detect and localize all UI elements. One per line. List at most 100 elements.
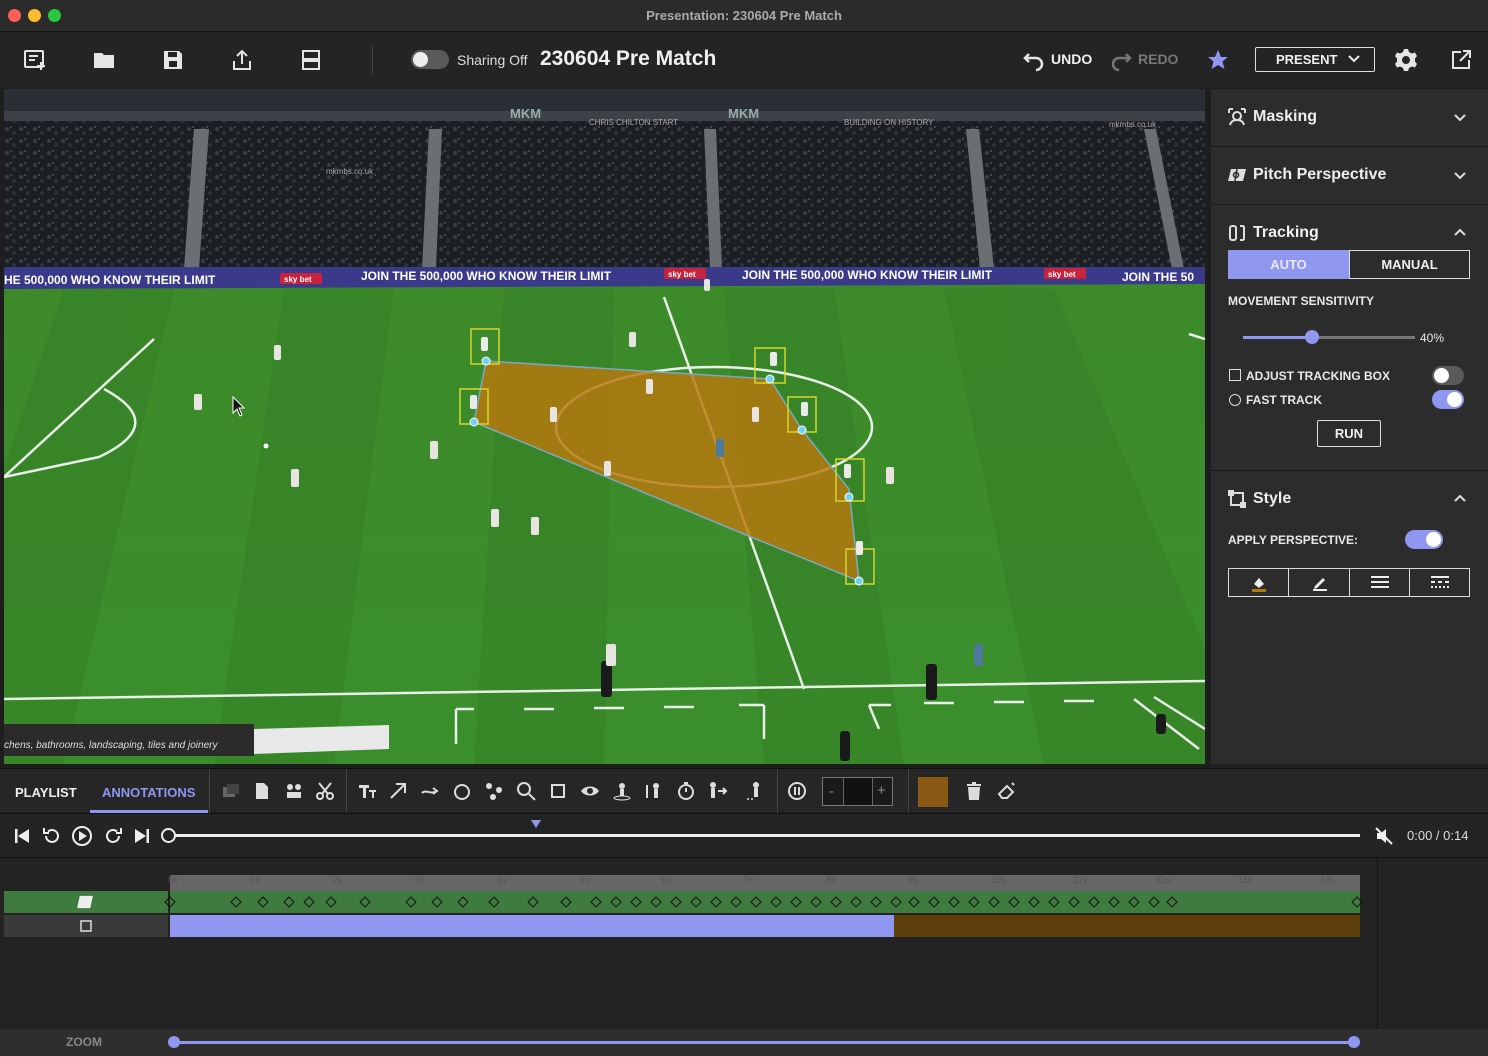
run-tracking-button[interactable]: RUN <box>1317 420 1381 447</box>
open-folder-icon[interactable] <box>92 48 116 72</box>
sharing-toggle[interactable] <box>411 50 449 69</box>
zoom-slider-end-thumb[interactable] <box>1348 1036 1360 1048</box>
favorite-star-icon[interactable] <box>1206 48 1230 72</box>
tab-annotations[interactable]: ANNOTATIONS <box>102 785 195 800</box>
magnifier-tool-icon[interactable] <box>516 781 536 801</box>
player-freeze-tool-icon[interactable] <box>744 781 764 801</box>
tracking-section-header[interactable]: Tracking <box>1211 205 1488 245</box>
track-pitch-perspective-bar[interactable] <box>170 891 1360 913</box>
redo-button[interactable]: REDO <box>1138 51 1178 67</box>
rewind-5s-icon[interactable] <box>42 826 62 846</box>
pitchside-banner-text: chens, bathrooms, landscaping, tiles and… <box>4 740 218 751</box>
toolbar-divider <box>777 769 778 813</box>
sensitivity-slider-thumb[interactable] <box>1304 330 1319 344</box>
stepper-minus[interactable]: - <box>829 783 834 800</box>
skip-to-end-icon[interactable] <box>133 827 151 845</box>
line-style-button[interactable] <box>1410 569 1469 596</box>
style-section-header[interactable]: Style <box>1211 471 1488 511</box>
copy-shapes-icon[interactable] <box>284 781 304 801</box>
player-height-tool-icon[interactable] <box>644 781 664 801</box>
undo-icon[interactable] <box>1021 50 1044 72</box>
new-presentation-icon[interactable] <box>23 48 47 72</box>
track-polygon-header[interactable] <box>4 915 168 937</box>
scissors-icon[interactable] <box>315 781 335 801</box>
scrub-bar[interactable] <box>168 834 1360 837</box>
ruler-tick-label: 5s <box>579 875 590 885</box>
ad-board-text: JOIN THE 500,000 WHO KNOW THEIR LIMIT <box>361 269 612 283</box>
player-link-tool-icon[interactable] <box>484 781 504 801</box>
present-button[interactable]: PRESENT <box>1255 47 1375 72</box>
document-icon[interactable] <box>252 781 272 801</box>
eye-tool-icon[interactable] <box>580 781 600 801</box>
undo-button[interactable]: UNDO <box>1051 51 1092 67</box>
toggle-knob <box>413 52 428 67</box>
stepper-value-field[interactable] <box>843 778 873 805</box>
zoom-bar: ZOOM <box>0 1029 1488 1056</box>
tracking-label: Tracking <box>1253 224 1319 241</box>
redo-icon[interactable] <box>1110 50 1132 72</box>
line-weight-button[interactable] <box>1350 569 1410 596</box>
stroke-style-button[interactable] <box>1289 569 1350 596</box>
share-export-icon[interactable] <box>230 48 254 72</box>
trash-icon[interactable] <box>964 781 984 801</box>
track-pitch-perspective-header[interactable] <box>4 891 168 913</box>
settings-gear-icon[interactable] <box>1394 48 1418 72</box>
ruler-tick-label: 8s <box>826 875 836 885</box>
player-move-tool-icon[interactable] <box>708 781 728 801</box>
video-frame: MKM MKM mkmbs.co.uk CHRIS CHILTON START … <box>4 89 1205 764</box>
properties-panel: Masking Pitch Perspective Tracking AUTO … <box>1211 89 1488 764</box>
track-polygon-style-bar[interactable] <box>894 915 1360 937</box>
ruler-tick-label: 7s <box>744 875 754 885</box>
ruler-tick-label: 6s <box>661 875 672 885</box>
layers-icon[interactable] <box>221 781 241 801</box>
pause-point-icon[interactable] <box>787 781 807 801</box>
save-icon[interactable] <box>161 48 185 72</box>
pen-icon <box>1313 578 1327 591</box>
presentation-title: 230604 Pre Match <box>540 47 717 70</box>
window-title: Presentation: 230604 Pre Match <box>646 8 842 23</box>
text-tool-icon[interactable] <box>357 781 377 801</box>
spotlight-tool-icon[interactable] <box>612 781 632 801</box>
zoom-slider-track[interactable] <box>174 1041 1354 1044</box>
track-polygon-tracking-bar[interactable] <box>170 915 894 937</box>
curved-arrow-tool-icon[interactable] <box>420 781 440 801</box>
masking-section-header[interactable]: Masking <box>1211 89 1488 147</box>
video-viewport[interactable]: MKM MKM mkmbs.co.uk CHRIS CHILTON START … <box>4 89 1205 764</box>
scrub-thumb[interactable] <box>161 828 176 843</box>
tracking-auto-button[interactable]: AUTO <box>1228 250 1349 279</box>
eraser-icon[interactable] <box>996 781 1016 801</box>
apply-perspective-toggle[interactable] <box>1405 530 1443 549</box>
timer-tool-icon[interactable] <box>676 781 696 801</box>
fast-track-toggle[interactable] <box>1432 390 1464 409</box>
ruler-tick-label: 12s <box>1155 875 1171 885</box>
adjust-tracking-box-toggle[interactable] <box>1432 366 1464 385</box>
mute-icon[interactable] <box>1375 827 1393 845</box>
chevron-down-icon <box>1348 55 1360 63</box>
tab-playlist[interactable]: PLAYLIST <box>15 785 77 800</box>
sensitivity-value: 40% <box>1420 331 1445 345</box>
color-swatch[interactable] <box>918 777 948 807</box>
annotation-toolbar: PLAYLIST ANNOTATIONS - + <box>0 768 1488 813</box>
stepper-plus[interactable]: + <box>877 782 886 799</box>
timeline-ruler <box>170 875 1360 891</box>
skip-to-start-icon[interactable] <box>13 827 31 845</box>
toolbar-divider <box>372 46 373 74</box>
ad-board-text: JOIN THE 500,000 WHO KNOW THEIR LIMIT <box>742 268 993 282</box>
duration-stepper[interactable]: - + <box>822 777 893 806</box>
sensitivity-slider[interactable] <box>1243 330 1415 344</box>
masking-icon <box>1227 107 1247 127</box>
play-icon[interactable] <box>71 825 93 847</box>
tracking-manual-button[interactable]: MANUAL <box>1349 250 1470 279</box>
zoom-slider-start-thumb[interactable] <box>168 1036 180 1048</box>
polygon-tool-icon[interactable] <box>548 781 568 801</box>
forward-5s-icon[interactable] <box>103 826 123 846</box>
arrow-tool-icon[interactable] <box>388 781 408 801</box>
style-icon <box>1227 489 1247 509</box>
circle-tool-icon[interactable] <box>452 781 472 801</box>
pitch-perspective-section-header[interactable]: Pitch Perspective <box>1211 147 1488 205</box>
layout-icon[interactable] <box>299 48 323 72</box>
fill-style-button[interactable] <box>1229 569 1289 596</box>
stand-sign: mkmbs.co.uk <box>1109 120 1157 129</box>
pop-out-window-icon[interactable] <box>1449 48 1473 72</box>
pitch-perspective-icon <box>77 895 93 909</box>
